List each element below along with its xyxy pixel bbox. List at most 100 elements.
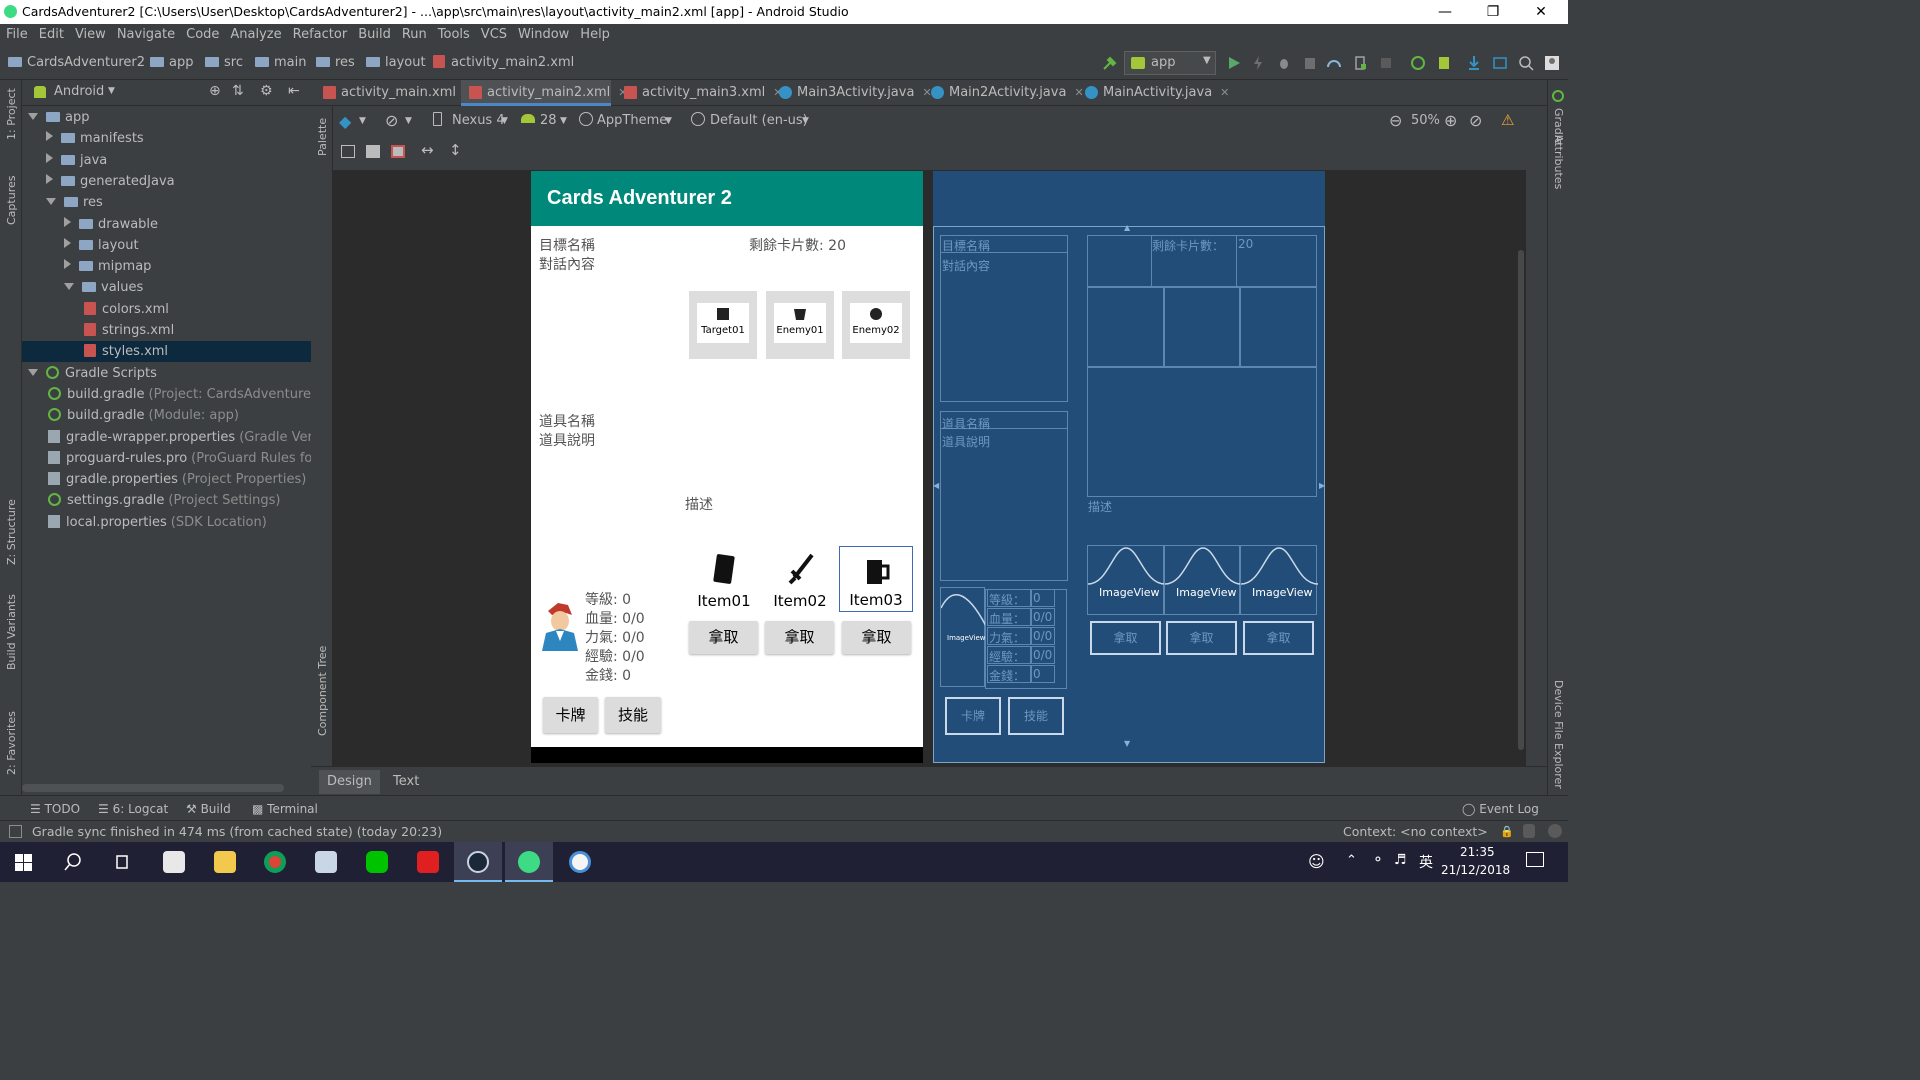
captures-tool-tab[interactable]: Captures: [5, 176, 18, 225]
bp-take-button[interactable]: 拿取: [1243, 621, 1314, 655]
event-log-button[interactable]: ◯ Event Log: [1462, 802, 1539, 816]
expand-down-icon[interactable]: [28, 113, 38, 120]
card-slot[interactable]: Enemy01: [766, 291, 834, 359]
chevron-up-icon[interactable]: ⌃: [1346, 853, 1357, 868]
bp-stat-value[interactable]: 0: [1031, 665, 1055, 683]
card-slot[interactable]: Target01: [689, 291, 757, 359]
file-explorer-app[interactable]: [201, 842, 249, 882]
palette-tab[interactable]: Palette: [316, 118, 329, 156]
take-button[interactable]: 拿取: [689, 621, 758, 654]
bp-take-button[interactable]: 拿取: [1090, 621, 1161, 655]
android-studio-app[interactable]: [505, 842, 553, 882]
bp-stat-label[interactable]: 血量：: [987, 608, 1031, 626]
item-image[interactable]: Item03: [839, 546, 913, 612]
horizontal-scrollbar[interactable]: [22, 784, 284, 792]
tab-main3activity[interactable]: Main3Activity.java ✕: [771, 80, 932, 106]
tab-activity-main3[interactable]: activity_main3.xml ✕: [616, 80, 783, 106]
project-tree-item[interactable]: values: [22, 277, 311, 298]
tab-mainactivity[interactable]: MainActivity.java ✕: [1077, 80, 1229, 106]
close-button[interactable]: ✕: [1518, 0, 1564, 24]
close-tab-icon[interactable]: ✕: [1220, 86, 1229, 99]
todo-tool-button[interactable]: ☰ TODO: [30, 802, 80, 816]
tab-main2activity[interactable]: Main2Activity.java ✕: [923, 80, 1084, 106]
clear-constraints-icon[interactable]: [391, 145, 405, 158]
project-tree-item[interactable]: colors.xml: [22, 299, 311, 320]
run-icon[interactable]: [1226, 55, 1242, 71]
tab-activity-main2[interactable]: activity_main2.xml ✕: [461, 80, 628, 106]
acrobat-app[interactable]: [404, 842, 452, 882]
breadcrumb-src[interactable]: src: [205, 55, 243, 70]
input-method[interactable]: 英: [1419, 852, 1433, 872]
project-tree-item[interactable]: drawable: [22, 214, 311, 235]
wifi-icon[interactable]: ⚬: [1372, 852, 1384, 868]
restore-button[interactable]: ❐: [1470, 0, 1516, 24]
make-project-icon[interactable]: [1102, 55, 1118, 71]
zoom-to-fit-icon[interactable]: ⊘: [1469, 111, 1482, 130]
project-tree-item[interactable]: proguard-rules.pro (ProGuard Rules for: [22, 448, 318, 469]
memory-indicator-icon[interactable]: [1548, 824, 1562, 838]
stop-icon[interactable]: [1378, 55, 1394, 71]
item-image[interactable]: Item02: [763, 546, 837, 612]
steam-app[interactable]: [454, 842, 502, 882]
device-file-explorer-tab[interactable]: Device File Explorer: [1552, 680, 1565, 789]
lock-icon[interactable]: 🔒: [1500, 825, 1514, 838]
expand-right-icon[interactable]: [64, 259, 71, 270]
tab-design[interactable]: Design: [319, 770, 380, 794]
clock-time[interactable]: 21:35: [1460, 845, 1495, 859]
project-tree-item[interactable]: app: [22, 107, 311, 128]
apply-changes-icon[interactable]: [1250, 55, 1266, 71]
take-button[interactable]: 拿取: [842, 621, 911, 654]
inspector-icon[interactable]: [1523, 824, 1535, 838]
locale-select[interactable]: Default (en-us): [710, 113, 808, 128]
bp-take-button[interactable]: 拿取: [1166, 621, 1237, 655]
app-generic[interactable]: [302, 842, 350, 882]
windows-start-icon[interactable]: [15, 854, 32, 871]
task-view-icon[interactable]: [113, 854, 131, 870]
bp-imageview[interactable]: ImageView: [1087, 545, 1165, 615]
expand-down-icon[interactable]: [46, 198, 56, 206]
build-tool-button[interactable]: ⚒ Build: [186, 802, 231, 816]
project-tree-item[interactable]: build.gradle (Project: CardsAdventurer2): [22, 384, 330, 405]
breadcrumb-file[interactable]: activity_main2.xml: [433, 55, 574, 70]
sdk-manager-icon[interactable]: [1466, 55, 1482, 71]
collapse-all-icon[interactable]: ⇅: [232, 83, 244, 99]
expand-right-icon[interactable]: [64, 237, 71, 248]
hide-panel-icon[interactable]: ⇤: [288, 83, 300, 99]
search-icon[interactable]: [64, 853, 82, 871]
autoconnect-icon[interactable]: [366, 145, 380, 158]
project-tool-tab[interactable]: 1: Project: [5, 88, 18, 140]
project-tree-item[interactable]: mipmap: [22, 256, 311, 277]
bp-stat-value[interactable]: 0/0: [1031, 608, 1055, 626]
bp-avatar-imageview[interactable]: ImageView: [940, 587, 986, 687]
design-surface-icon[interactable]: ◆: [339, 112, 351, 131]
chevron-down-icon[interactable]: ▼: [802, 116, 809, 126]
component-tree-tab[interactable]: Component Tree: [316, 646, 329, 736]
resize-handle-icon[interactable]: ▶: [1319, 481, 1325, 490]
gear-icon[interactable]: ⚙: [260, 83, 273, 99]
menu-edit[interactable]: Edit: [33, 24, 69, 42]
chevron-down-icon[interactable]: ▼: [665, 116, 672, 126]
attach-debugger-icon[interactable]: [1352, 55, 1368, 71]
favorites-tool-tab[interactable]: 2: Favorites: [5, 711, 18, 775]
project-tree-item[interactable]: gradle-wrapper.properties (Gradle Versi: [22, 427, 323, 448]
clock-date[interactable]: 21/12/2018: [1441, 863, 1510, 877]
orientation-icon[interactable]: ⊘: [385, 111, 398, 130]
menu-file[interactable]: File: [0, 24, 33, 42]
chevron-down-icon[interactable]: ▼: [108, 86, 115, 96]
bp-stat-value[interactable]: 0: [1031, 589, 1055, 607]
item-image[interactable]: Item01: [687, 546, 761, 612]
chrome-app[interactable]: [251, 842, 299, 882]
search-icon[interactable]: [1518, 55, 1534, 71]
notifications-icon[interactable]: [1526, 852, 1544, 867]
bp-description-area[interactable]: [1087, 367, 1317, 497]
menu-analyze[interactable]: Analyze: [224, 24, 286, 42]
logcat-tool-button[interactable]: ☰ 6: Logcat: [98, 802, 168, 816]
project-tree-item[interactable]: res: [22, 192, 311, 213]
coverage-icon[interactable]: [1302, 55, 1318, 71]
project-tree-item[interactable]: manifests: [22, 128, 311, 149]
chevron-down-icon[interactable]: ▼: [560, 116, 567, 126]
store-app[interactable]: [150, 842, 198, 882]
chevron-down-icon[interactable]: ▼: [501, 116, 508, 126]
minimize-button[interactable]: —: [1422, 0, 1468, 24]
menu-run[interactable]: Run: [396, 24, 432, 42]
